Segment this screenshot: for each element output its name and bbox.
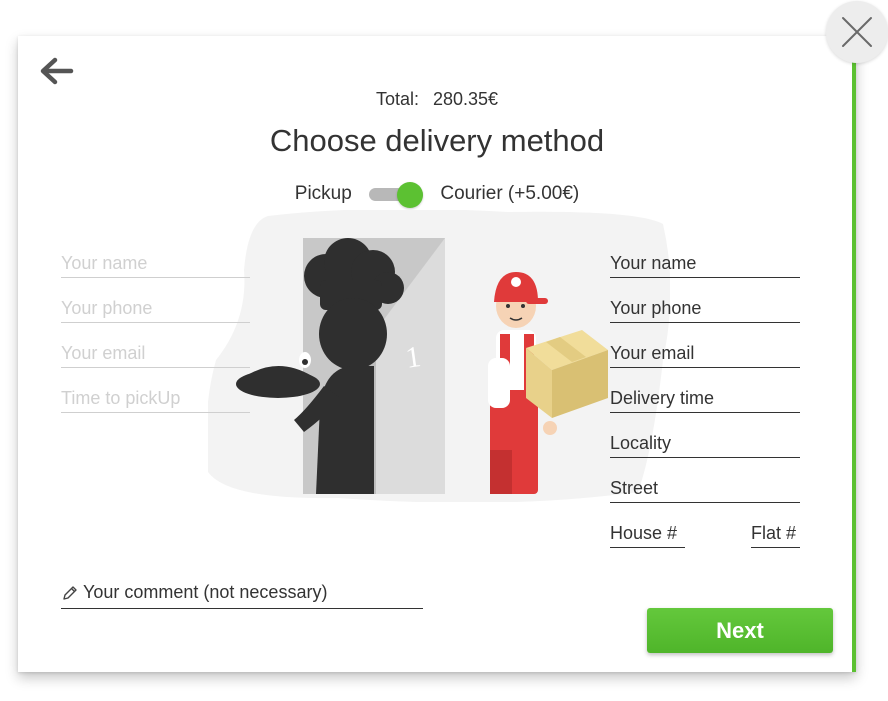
delivery-time-field[interactable]: [610, 371, 800, 413]
close-icon: [842, 17, 872, 47]
pickup-email-field[interactable]: [61, 326, 250, 368]
street-field[interactable]: [610, 461, 800, 503]
flat-input[interactable]: [751, 523, 800, 544]
page-title: Choose delivery method: [269, 123, 605, 158]
locality-field[interactable]: [610, 416, 800, 458]
pickup-phone-input[interactable]: [61, 298, 250, 319]
close-button[interactable]: [826, 1, 888, 63]
total-value: 280.35€: [432, 89, 499, 109]
courier-name-input[interactable]: [610, 253, 800, 274]
flat-field[interactable]: [751, 506, 800, 548]
house-input[interactable]: [610, 523, 685, 544]
next-button[interactable]: Next: [647, 608, 833, 653]
comment-field[interactable]: [61, 566, 423, 609]
pickup-label[interactable]: Pickup: [295, 183, 352, 204]
comment-input[interactable]: [83, 582, 413, 603]
courier-email-field[interactable]: [610, 326, 800, 368]
total-label: Total:: [375, 89, 419, 109]
delivery-method-switch: Pickup Courier (+5.00€): [18, 182, 856, 208]
pickup-time-field[interactable]: [61, 371, 250, 413]
pencil-icon: [63, 586, 77, 600]
delivery-toggle[interactable]: [369, 182, 424, 208]
house-field[interactable]: [610, 506, 685, 548]
pickup-phone-field[interactable]: [61, 281, 250, 323]
courier-label[interactable]: Courier (+5.00€): [440, 183, 579, 204]
pickup-name-field[interactable]: [61, 236, 250, 278]
pickup-time-input[interactable]: [61, 388, 250, 409]
pickup-name-input[interactable]: [61, 253, 250, 274]
back-button[interactable]: [38, 54, 74, 90]
courier-name-field[interactable]: [610, 236, 800, 278]
courier-phone-input[interactable]: [610, 298, 800, 319]
delivery-time-input[interactable]: [610, 388, 800, 409]
delivery-modal: Total: 280.35€ Choose delivery method Pic…: [18, 36, 856, 672]
courier-email-input[interactable]: [610, 343, 800, 364]
delivery-illustration: 1: [208, 210, 670, 502]
locality-input[interactable]: [610, 433, 800, 454]
street-input[interactable]: [610, 478, 800, 499]
arrow-left-icon: [40, 57, 74, 85]
courier-phone-field[interactable]: [610, 281, 800, 323]
order-total: Total: 280.35€: [18, 89, 856, 110]
pickup-email-input[interactable]: [61, 343, 250, 364]
toggle-knob[interactable]: [397, 182, 424, 208]
